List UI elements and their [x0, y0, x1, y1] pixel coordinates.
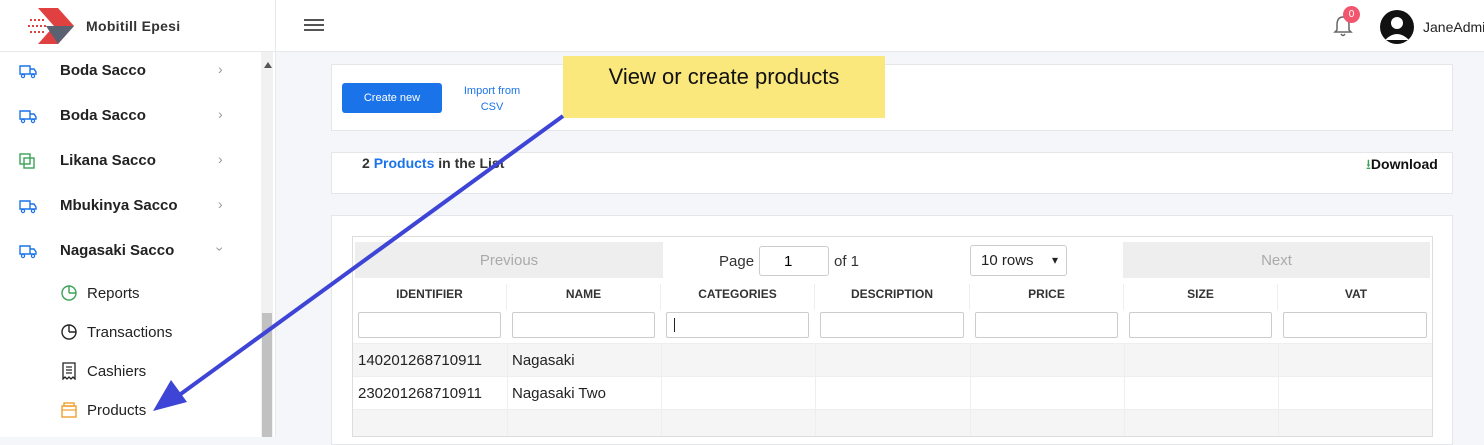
column-header-name[interactable]: NAME	[507, 284, 661, 310]
menu-toggle-icon[interactable]	[304, 16, 324, 34]
sidebar-item-mbukinya-sacco[interactable]: Mbukinya Sacco ›	[0, 187, 258, 227]
top-bar: Mobitill Epesi 0 JaneAdmin	[0, 0, 1484, 52]
brand: Mobitill Epesi	[0, 0, 276, 52]
tooltip-callout: View or create products	[563, 56, 885, 118]
sidebar-subitem-label: Reports	[87, 285, 140, 302]
column-divider	[1124, 343, 1125, 436]
copy-icon	[19, 153, 35, 169]
sidebar-item-label: Mbukinya Sacco	[60, 197, 178, 214]
table-row-empty	[353, 409, 1432, 436]
truck-icon	[19, 200, 37, 214]
sidebar: Boda Sacco › Boda Sacco › Likana Sacco ›…	[0, 52, 276, 437]
logo-icon	[28, 8, 74, 44]
sidebar-item-likana-sacco[interactable]: Likana Sacco ›	[0, 142, 258, 182]
column-header-categories[interactable]: CATEGORIES	[661, 284, 815, 310]
table-row[interactable]: 140201268710911 Nagasaki	[353, 343, 1432, 376]
column-header-vat[interactable]: VAT	[1278, 284, 1432, 310]
import-csv-link[interactable]: Import from CSV	[458, 83, 526, 115]
chevron-right-icon: ›	[218, 196, 223, 212]
count-products-word: Products	[373, 155, 435, 171]
column-header-description[interactable]: DESCRIPTION	[815, 284, 970, 310]
sidebar-subitem-transactions[interactable]: Transactions	[0, 315, 258, 349]
sidebar-item-label: Nagasaki Sacco	[60, 242, 175, 259]
avatar[interactable]	[1380, 10, 1414, 44]
filter-size-input[interactable]	[1129, 312, 1272, 338]
count-suffix: in the List	[438, 155, 505, 171]
column-divider	[507, 343, 508, 436]
page-label: Page	[719, 253, 755, 270]
column-header-price[interactable]: PRICE	[970, 284, 1124, 310]
column-divider	[661, 343, 662, 436]
column-divider	[815, 343, 816, 436]
username[interactable]: JaneAdmin	[1423, 19, 1484, 35]
text-cursor	[674, 318, 675, 332]
sidebar-item-label: Likana Sacco	[60, 152, 156, 169]
notification-badge[interactable]: 0	[1343, 6, 1360, 23]
filter-name-input[interactable]	[512, 312, 655, 338]
filter-description-input[interactable]	[820, 312, 964, 338]
table-row[interactable]: 230201268710911 Nagasaki Two	[353, 376, 1432, 409]
download-button[interactable]: ⭳Download	[1366, 154, 1438, 178]
scroll-up-icon[interactable]	[264, 62, 272, 68]
rows-per-page-value: 10 rows	[981, 252, 1034, 269]
page-number-input[interactable]	[759, 246, 829, 276]
sidebar-subitem-label: Products	[87, 402, 147, 419]
pie-chart-icon	[61, 285, 77, 301]
count-value: 2	[362, 155, 370, 171]
sidebar-subitem-reports[interactable]: Reports	[0, 276, 258, 310]
cell-name: Nagasaki	[512, 352, 575, 369]
box-icon	[61, 402, 77, 418]
filter-identifier-input[interactable]	[358, 312, 501, 338]
app-name: Mobitill Epesi	[86, 18, 181, 34]
sidebar-item-boda-sacco[interactable]: Boda Sacco ›	[0, 52, 258, 92]
column-header-identifier[interactable]: IDENTIFIER	[353, 284, 507, 310]
products-table: Previous Page of 1 10 rows ▾ Next IDENTI…	[352, 236, 1433, 437]
scrollbar-thumb[interactable]	[262, 313, 272, 437]
filter-vat-input[interactable]	[1283, 312, 1427, 338]
receipt-icon	[62, 362, 76, 380]
sidebar-subitem-label: Transactions	[87, 324, 173, 341]
sidebar-subitem-products[interactable]: Products	[0, 393, 258, 427]
chevron-right-icon: ›	[218, 151, 223, 167]
chevron-right-icon: ›	[218, 61, 223, 77]
user-icon	[1385, 17, 1409, 40]
truck-icon	[19, 65, 37, 79]
cell-name: Nagasaki Two	[512, 385, 606, 402]
sidebar-item-boda-sacco[interactable]: Boda Sacco ›	[0, 97, 258, 137]
sidebar-subitem-cashiers[interactable]: Cashiers	[0, 354, 258, 388]
pie-chart-icon	[61, 324, 77, 340]
rows-per-page-select[interactable]: 10 rows ▾	[970, 245, 1067, 276]
sidebar-item-label: Boda Sacco	[60, 62, 146, 79]
next-button[interactable]: Next	[1123, 242, 1430, 278]
sidebar-item-nagasaki-sacco[interactable]: Nagasaki Sacco ›	[0, 232, 258, 272]
column-header-size[interactable]: SIZE	[1124, 284, 1278, 310]
chevron-right-icon: ›	[218, 106, 223, 122]
cell-identifier: 140201268710911	[358, 352, 483, 369]
download-label: Download	[1370, 156, 1438, 172]
sidebar-subitem-label: Cashiers	[87, 363, 147, 380]
chevron-down-icon: ▾	[1051, 253, 1058, 267]
sidebar-item-label: Boda Sacco	[60, 107, 146, 124]
product-count: 2 Products in the List	[362, 155, 504, 171]
column-divider	[1278, 343, 1279, 436]
cell-identifier: 230201268710911	[358, 385, 483, 402]
column-divider	[970, 343, 971, 436]
filter-categories-input[interactable]	[666, 312, 809, 338]
create-new-button[interactable]: Create new	[342, 83, 442, 113]
chevron-down-icon: ›	[212, 246, 229, 252]
previous-button[interactable]: Previous	[355, 242, 663, 278]
page-of-label: of 1	[834, 253, 860, 270]
filter-price-input[interactable]	[975, 312, 1118, 338]
truck-icon	[19, 245, 37, 259]
truck-icon	[19, 110, 37, 124]
